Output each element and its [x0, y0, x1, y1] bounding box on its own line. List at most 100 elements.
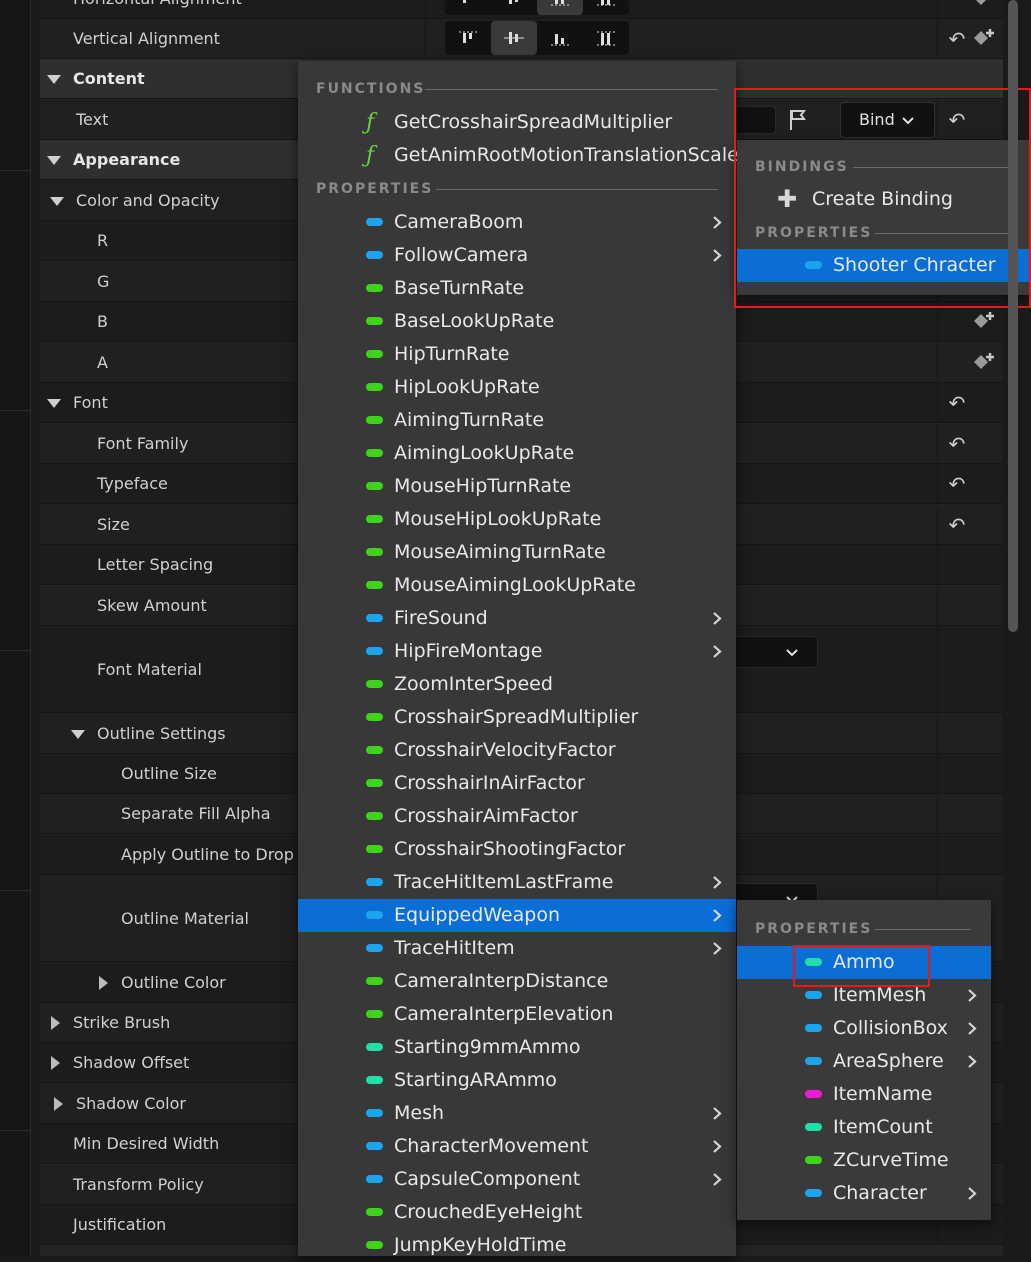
add-keyframe-icon[interactable] — [972, 27, 996, 51]
sub-property-item-collisionbox[interactable]: CollisionBox — [737, 1012, 991, 1045]
property-label: Typeface — [97, 474, 168, 493]
property-item-cameraboom[interactable]: CameraBoom — [298, 206, 736, 239]
property-type-icon — [366, 515, 383, 523]
menu-item-label: CharacterMovement — [394, 1135, 589, 1157]
property-type-icon — [366, 878, 383, 886]
reset-arrow-icon[interactable]: ↶ — [945, 391, 969, 415]
property-item-crosshairvelocityfactor[interactable]: CrosshairVelocityFactor — [298, 734, 736, 767]
property-item-baseturnrate[interactable]: BaseTurnRate — [298, 272, 736, 305]
align-center-icon[interactable] — [491, 0, 537, 15]
align-center-icon[interactable] — [491, 21, 537, 55]
menu-item-label: EquippedWeapon — [394, 904, 560, 926]
section-divider — [436, 189, 718, 190]
property-type-icon — [366, 1142, 383, 1150]
property-type-icon — [366, 944, 383, 952]
sub-property-item-zcurvetime[interactable]: ZCurveTime — [737, 1144, 991, 1177]
property-type-icon — [805, 1057, 822, 1065]
property-item-firesound[interactable]: FireSound — [298, 602, 736, 635]
sub-property-item-areasphere[interactable]: AreaSphere — [737, 1045, 991, 1078]
menu-item-label: Mesh — [394, 1102, 445, 1124]
property-item-crosshairspreadmultiplier[interactable]: CrosshairSpreadMultiplier — [298, 701, 736, 734]
menu-item-label: BaseTurnRate — [394, 277, 525, 299]
property-type-icon — [366, 449, 383, 457]
property-item-hipfiremontage[interactable]: HipFireMontage — [298, 635, 736, 668]
function-item-getcrosshairspreadmultiplier[interactable]: ƒ GetCrosshairSpreadMultiplier — [298, 106, 736, 139]
sub-property-item-itemcount[interactable]: ItemCount — [737, 1111, 991, 1144]
graph-grid-line — [0, 410, 30, 411]
property-type-icon — [366, 416, 383, 424]
add-keyframe-icon[interactable] — [972, 351, 996, 375]
property-item-crouchedeyeheight[interactable]: CrouchedEyeHeight — [298, 1196, 736, 1229]
sub-property-item-character[interactable]: Character — [737, 1177, 991, 1210]
align-fill-icon[interactable] — [583, 0, 629, 15]
property-item-mousehipturnrate[interactable]: MouseHipTurnRate — [298, 470, 736, 503]
property-item-mouseaimingturnrate[interactable]: MouseAimingTurnRate — [298, 536, 736, 569]
property-type-icon — [366, 218, 383, 226]
property-item-mousehiplookuprate[interactable]: MouseHipLookUpRate — [298, 503, 736, 536]
menu-item-label: ItemCount — [833, 1116, 933, 1138]
details-scrollbar[interactable] — [1008, 0, 1018, 632]
property-item-tracehititem[interactable]: TraceHitItem — [298, 932, 736, 965]
collapse-arrow-icon[interactable] — [99, 975, 108, 990]
reset-arrow-icon[interactable]: ↶ — [945, 513, 969, 537]
property-item-equippedweapon[interactable]: EquippedWeapon — [298, 899, 736, 932]
property-item-crosshairaimfactor[interactable]: CrosshairAimFactor — [298, 800, 736, 833]
property-item-capsulecomponent[interactable]: CapsuleComponent — [298, 1163, 736, 1196]
property-item-jumpkeyholdtime[interactable]: JumpKeyHoldTime — [298, 1229, 736, 1262]
property-item-starting9mmammo[interactable]: Starting9mmAmmo — [298, 1031, 736, 1064]
property-label: A — [97, 353, 108, 372]
property-item-zoominterspeed[interactable]: ZoomInterSpeed — [298, 668, 736, 701]
graph-grid-line — [0, 170, 30, 171]
property-item-followcamera[interactable]: FollowCamera — [298, 239, 736, 272]
menu-item-label: CollisionBox — [833, 1017, 948, 1039]
menu-item-label: GetCrosshairSpreadMultiplier — [394, 111, 673, 133]
property-item-baselookuprate[interactable]: BaseLookUpRate — [298, 305, 736, 338]
reset-arrow-icon[interactable]: ↶ — [945, 472, 969, 496]
reset-arrow-icon[interactable]: ↶ — [945, 432, 969, 456]
property-item-mesh[interactable]: Mesh — [298, 1097, 736, 1130]
property-item-mouseaiminglookuprate[interactable]: MouseAimingLookUpRate — [298, 569, 736, 602]
menu-item-label: ZCurveTime — [833, 1149, 949, 1171]
collapse-arrow-icon[interactable] — [51, 1056, 60, 1070]
property-item-charactermovement[interactable]: CharacterMovement — [298, 1130, 736, 1163]
font-material-dropdown[interactable] — [730, 636, 818, 668]
property-item-hipturnrate[interactable]: HipTurnRate — [298, 338, 736, 371]
property-item-tracehititemlastframe[interactable]: TraceHitItemLastFrame — [298, 866, 736, 899]
property-item-startingarammo[interactable]: StartingARAmmo — [298, 1064, 736, 1097]
add-keyframe-icon[interactable] — [972, 310, 996, 334]
expand-arrow-icon[interactable] — [71, 729, 85, 739]
binding-property-menu: FUNCTIONS ƒ GetCrosshairSpreadMultiplier ƒ… — [298, 61, 739, 1256]
align-top-icon[interactable] — [445, 21, 491, 55]
property-actions-cell — [937, 835, 1004, 875]
property-item-hiplookuprate[interactable]: HipLookUpRate — [298, 371, 736, 404]
property-item-camerainterpelevation[interactable]: CameraInterpElevation — [298, 998, 736, 1031]
align-bottom-icon[interactable] — [537, 21, 583, 55]
expand-arrow-icon[interactable] — [47, 75, 61, 84]
property-item-crosshairshootingfactor[interactable]: CrosshairShootingFactor — [298, 833, 736, 866]
collapse-arrow-icon[interactable] — [54, 1097, 63, 1111]
sub-property-item-itemname[interactable]: ItemName — [737, 1078, 991, 1111]
property-label: Outline Material — [121, 909, 249, 928]
reset-arrow-icon[interactable]: ↶ — [945, 27, 969, 51]
function-item-getanimrootmotiontranslationscale[interactable]: ƒ GetAnimRootMotionTranslationScale — [298, 139, 739, 172]
collapse-arrow-icon[interactable] — [51, 1016, 60, 1030]
add-keyframe-icon[interactable] — [972, 0, 996, 11]
align-bottom-icon[interactable] — [537, 0, 583, 15]
property-item-camerainterpdistance[interactable]: CameraInterpDistance — [298, 965, 736, 998]
menu-item-label: StartingARAmmo — [394, 1069, 557, 1091]
align-fill-icon[interactable] — [583, 21, 629, 55]
align-top-icon[interactable] — [445, 0, 491, 15]
property-item-crosshairinairfactor[interactable]: CrosshairInAirFactor — [298, 767, 736, 800]
property-type-icon — [805, 991, 822, 999]
expand-arrow-icon[interactable] — [47, 399, 61, 408]
property-actions-cell — [937, 545, 1004, 585]
horizontal-alignment-buttons — [445, 0, 629, 15]
property-type-icon — [366, 647, 383, 655]
property-item-aiminglookuprate[interactable]: AimingLookUpRate — [298, 437, 736, 470]
expand-arrow-icon[interactable] — [47, 156, 61, 165]
property-item-aimingturnrate[interactable]: AimingTurnRate — [298, 404, 736, 437]
expand-arrow-icon[interactable] — [50, 197, 64, 206]
menu-item-label: CameraInterpDistance — [394, 970, 609, 992]
graph-grid-line — [0, 1130, 30, 1131]
property-label: Separate Fill Alpha — [121, 804, 271, 823]
